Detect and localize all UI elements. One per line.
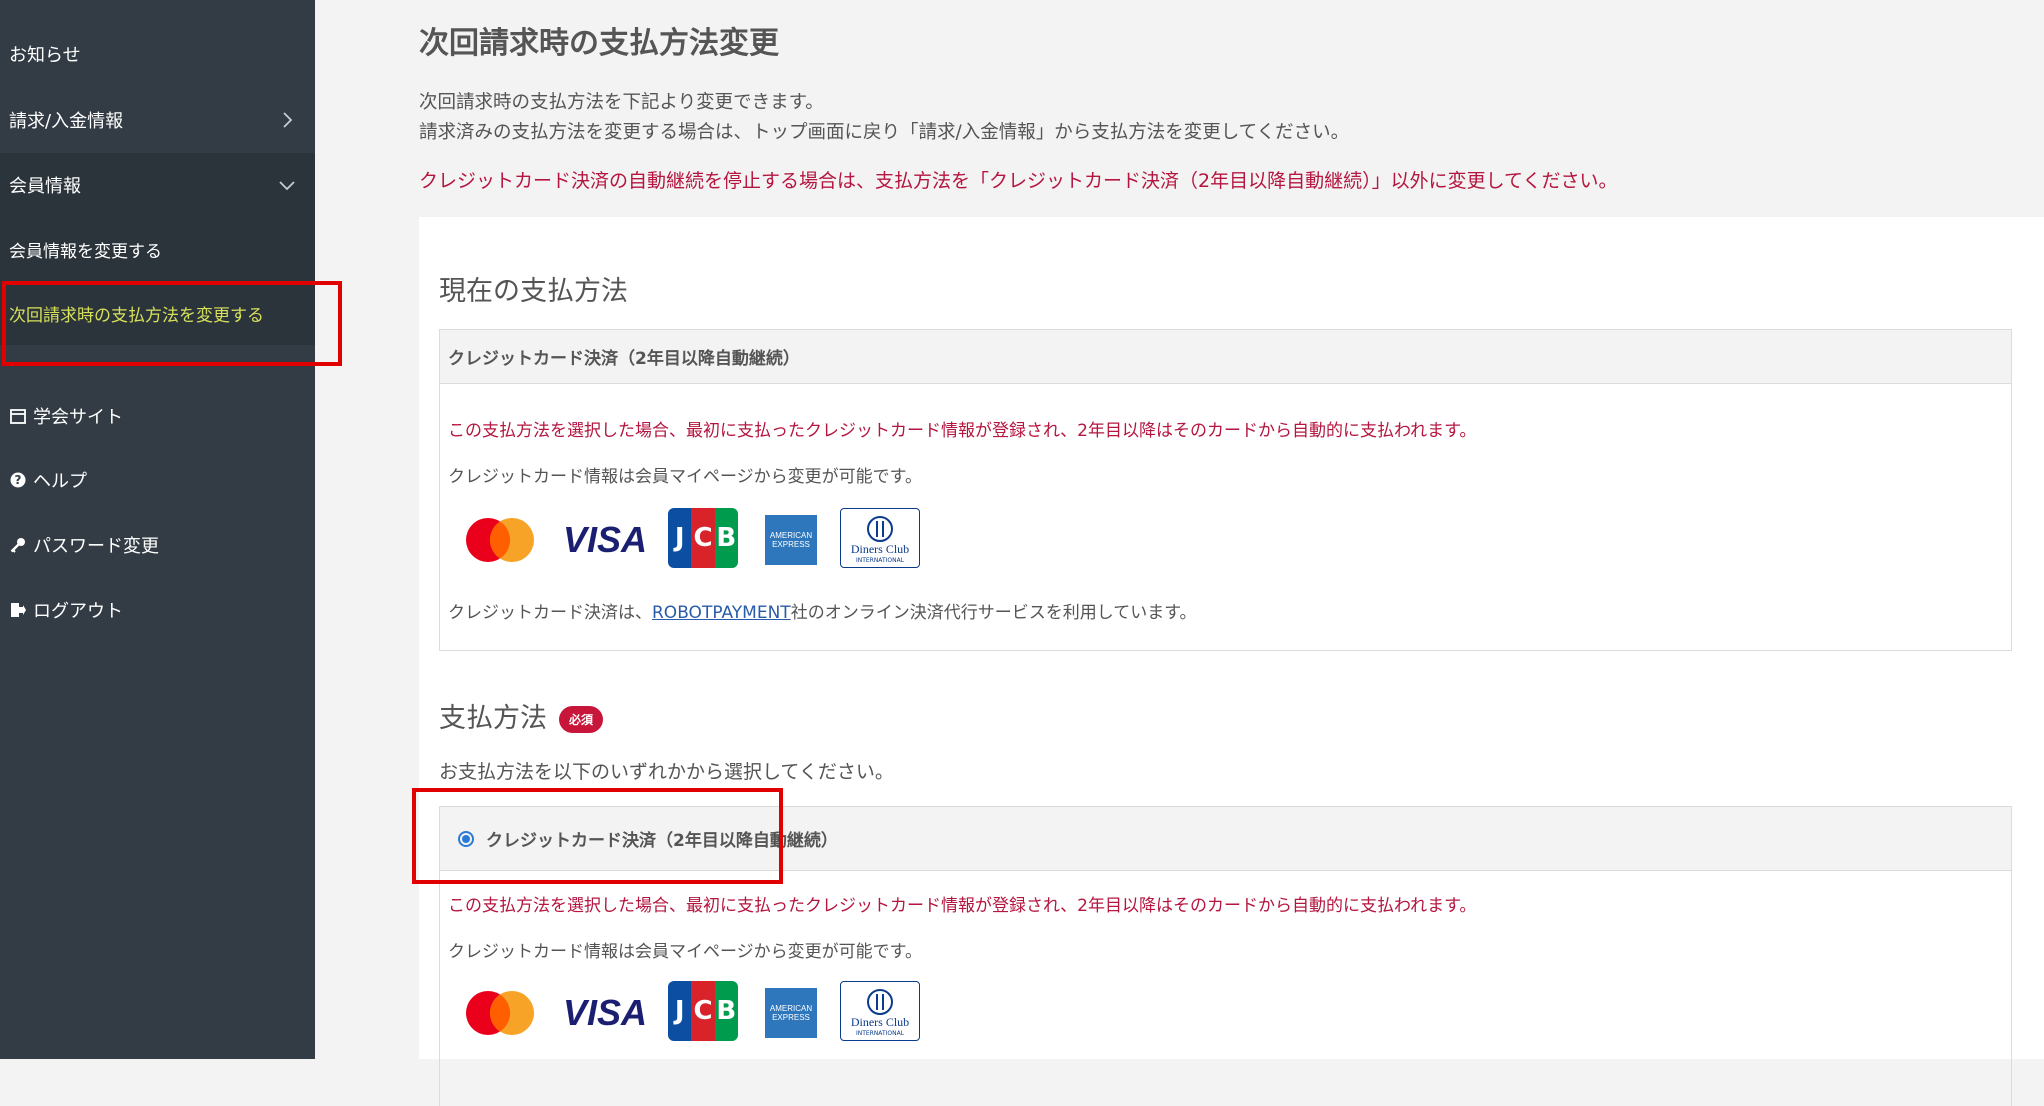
- jcb-letter-c: C: [691, 981, 715, 1041]
- current-method-label: クレジットカード決済（2年目以降自動継続）: [448, 349, 800, 369]
- diners-club-logo: Diners Club INTERNATIONAL: [840, 508, 920, 568]
- sidebar-item-label: 次回請求時の支払方法を変更する: [9, 305, 264, 326]
- sidebar-item-change-member-info[interactable]: 会員情報を変更する: [0, 217, 315, 281]
- jcb-letter-b: B: [714, 508, 738, 568]
- sidebar-item-billing[interactable]: 請求/入金情報: [0, 88, 315, 152]
- payment-option-note-grey: クレジットカード情報は会員マイページから変更が可能です。: [448, 942, 922, 962]
- amex-logo: AMERICAN EXPRESS: [765, 988, 817, 1038]
- payment-option-box: クレジットカード決済（2年目以降自動継続） この支払方法を選択した場合、最初に支…: [439, 806, 2012, 1106]
- diners-line-1: Diners Club: [850, 1015, 910, 1029]
- current-method-note-grey: クレジットカード情報は会員マイページから変更が可能です。: [448, 467, 922, 487]
- required-badge: 必須: [559, 706, 604, 733]
- sidebar-item-label: お知らせ: [9, 45, 81, 66]
- sidebar: お知らせ 請求/入金情報 会員情報 会員情報を変更する 次回請求時の支払方法を変…: [0, 0, 342, 1059]
- diners-line-1: Diners Club: [850, 542, 910, 556]
- jcb-letter-b: B: [714, 981, 738, 1041]
- key-icon: [10, 538, 25, 553]
- sidebar-item-member-info[interactable]: 会員情報: [0, 153, 315, 217]
- sidebar-item-label: ログアウト: [33, 601, 123, 622]
- chevron-right-icon: [283, 112, 293, 128]
- sidebar-item-change-payment-method[interactable]: 次回請求時の支払方法を変更する: [0, 281, 315, 345]
- provider-note: クレジットカード決済は、ROBOTPAYMENT社のオンライン決済代行サービスを…: [448, 598, 1197, 623]
- diners-line-2: INTERNATIONAL: [855, 557, 905, 564]
- payment-option-note-red: この支払方法を選択した場合、最初に支払ったクレジットカード情報が登録され、2年目…: [448, 896, 1477, 916]
- robotpayment-link[interactable]: ROBOTPAYMENT: [652, 603, 791, 623]
- radio-selected-dot: [462, 834, 470, 843]
- sidebar-item-help[interactable]: ? ヘルプ: [0, 448, 315, 512]
- calendar-icon: [10, 409, 26, 424]
- sidebar-item-label: 学会サイト: [33, 407, 123, 428]
- auto-renew-warning: クレジットカード決済の自動継続を停止する場合は、支払方法を「クレジットカード決済…: [419, 170, 1618, 192]
- sidebar-item-label: 会員情報: [9, 176, 81, 197]
- diners-line-2: INTERNATIONAL: [855, 1030, 905, 1037]
- credit-card-radio[interactable]: [458, 830, 474, 847]
- jcb-letter-j: J: [668, 508, 692, 568]
- payment-method-heading-row: 支払方法 必須: [439, 696, 604, 735]
- sidebar-item-label: 請求/入金情報: [9, 111, 124, 132]
- jcb-logo: J C B: [668, 508, 738, 568]
- current-method-heading: 現在の支払方法: [439, 276, 628, 307]
- diners-club-symbol: [867, 516, 893, 542]
- provider-suffix: 社のオンライン決済代行サービスを利用しています。: [790, 603, 1197, 623]
- jcb-letter-j: J: [668, 981, 692, 1041]
- page-title: 次回請求時の支払方法変更: [419, 26, 779, 61]
- provider-prefix: クレジットカード決済は、: [448, 603, 652, 623]
- amex-line-1: AMERICAN: [769, 1004, 813, 1013]
- payment-option-row[interactable]: クレジットカード決済（2年目以降自動継続）: [440, 807, 2011, 871]
- intro-line-2: 請求済みの支払方法を変更する場合は、トップ画面に戻り「請求/入金情報」から支払方…: [419, 122, 1350, 143]
- intro-line-1: 次回請求時の支払方法を下記より変更できます。: [419, 92, 824, 113]
- amex-logo: AMERICAN EXPRESS: [765, 515, 817, 565]
- sidebar-item-label: パスワード変更: [33, 536, 159, 557]
- payment-instruction: お支払方法を以下のいずれかから選択してください。: [439, 761, 894, 783]
- diners-club-symbol: [867, 989, 893, 1015]
- jcb-letter-c: C: [691, 508, 715, 568]
- visa-logo: VISA: [562, 992, 648, 1033]
- amex-line-2: EXPRESS: [772, 1013, 810, 1022]
- mastercard-logo: [466, 991, 534, 1035]
- payment-panel: 現在の支払方法 クレジットカード決済（2年目以降自動継続） この支払方法を選択し…: [419, 217, 2044, 1106]
- question-circle-icon: ?: [10, 472, 26, 488]
- mastercard-logo: [466, 518, 534, 562]
- sidebar-item-logout[interactable]: ログアウト: [0, 578, 315, 642]
- sidebar-item-password-change[interactable]: パスワード変更: [0, 513, 315, 577]
- main-content: 次回請求時の支払方法変更 次回請求時の支払方法を下記より変更できます。 請求済み…: [315, 0, 2044, 1106]
- amex-line-2: EXPRESS: [772, 540, 810, 549]
- current-method-note-red: この支払方法を選択した場合、最初に支払ったクレジットカード情報が登録され、2年目…: [448, 421, 1477, 441]
- payment-option-label[interactable]: クレジットカード決済（2年目以降自動継続）: [486, 826, 838, 851]
- chevron-down-icon: [279, 181, 295, 191]
- sidebar-item-society-site[interactable]: 学会サイト: [0, 384, 315, 448]
- current-method-box: クレジットカード決済（2年目以降自動継続） この支払方法を選択した場合、最初に支…: [439, 329, 2012, 651]
- jcb-logo: J C B: [668, 981, 738, 1041]
- visa-logo: VISA: [562, 519, 648, 560]
- payment-method-heading: 支払方法: [439, 703, 547, 734]
- svg-text:?: ?: [15, 473, 22, 487]
- diners-club-logo: Diners Club INTERNATIONAL: [840, 981, 920, 1041]
- current-method-name: クレジットカード決済（2年目以降自動継続）: [440, 330, 2011, 384]
- sidebar-item-news[interactable]: お知らせ: [0, 22, 315, 86]
- amex-line-1: AMERICAN: [769, 531, 813, 540]
- sidebar-item-label: 会員情報を変更する: [9, 241, 162, 262]
- logout-icon: [11, 603, 26, 617]
- sidebar-item-label: ヘルプ: [33, 471, 87, 492]
